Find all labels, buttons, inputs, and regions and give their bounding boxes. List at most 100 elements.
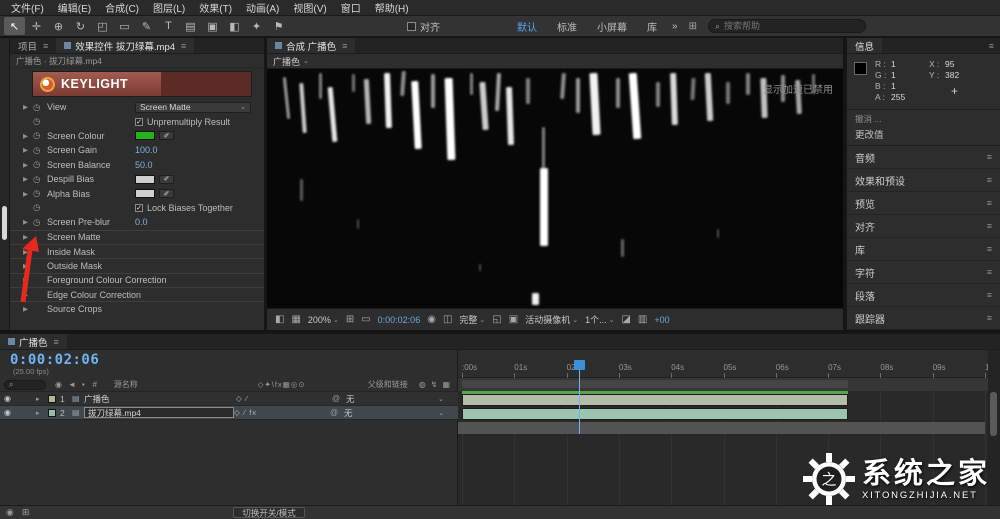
- timecode-display[interactable]: 0:00:02:06: [10, 352, 99, 368]
- stopwatch-icon[interactable]: ◷: [33, 102, 47, 113]
- stopwatch-icon[interactable]: ◷: [33, 159, 47, 170]
- collapsed-panel[interactable]: 音频 ≡: [847, 146, 1000, 169]
- fast-previews-icon[interactable]: ▥: [638, 314, 647, 325]
- pick-whip-icon[interactable]: @: [332, 394, 346, 403]
- collapsed-panel[interactable]: 对齐 ≡: [847, 215, 1000, 238]
- timeline-option-icon[interactable]: ◍: [419, 380, 426, 389]
- always-preview-icon[interactable]: ◧: [275, 314, 284, 325]
- layer-switches[interactable]: ◇ ⁄ fx: [234, 408, 330, 417]
- tool-button[interactable]: ↻: [70, 17, 91, 35]
- panel-menu-icon[interactable]: ≡: [985, 152, 992, 162]
- layer-duration-bar[interactable]: [462, 408, 848, 420]
- menu-item[interactable]: 视图(V): [286, 0, 333, 15]
- effect-row[interactable]: ▶ Screen Matte: [10, 229, 264, 244]
- layer-row[interactable]: ◉ ▸ 1 ▤ 广播色 ◇ ⁄ @ 无 ⌄: [0, 392, 458, 406]
- snap-align-checkbox[interactable]: [407, 21, 416, 31]
- panel-drawer-handle[interactable]: [2, 206, 7, 240]
- collapsed-panel[interactable]: 预览 ≡: [847, 192, 1000, 215]
- menu-item[interactable]: 效果(T): [192, 0, 239, 15]
- label-color-chip[interactable]: [48, 408, 56, 417]
- label-color-chip[interactable]: [48, 394, 56, 403]
- collapsed-panel[interactable]: 效果和预设 ≡: [847, 169, 1000, 192]
- resolution-select[interactable]: 完整 ⌄: [459, 313, 485, 326]
- effect-row[interactable]: ▶ Source Crops: [10, 301, 264, 315]
- workspace-overflow-button[interactable]: »: [666, 21, 684, 32]
- panel-menu-icon[interactable]: ≡: [985, 244, 992, 254]
- parent-dropdown[interactable]: 无 ⌄: [346, 393, 458, 405]
- tool-button[interactable]: ⊕: [48, 17, 69, 35]
- tool-button[interactable]: ◧: [224, 17, 245, 35]
- twirl-icon[interactable]: ▶: [23, 218, 33, 226]
- stopwatch-icon[interactable]: ◷: [33, 145, 47, 156]
- twirl-icon[interactable]: ▶: [23, 175, 33, 183]
- visibility-toggle[interactable]: ◉: [0, 408, 14, 417]
- camera-select[interactable]: 活动摄像机 ⌄: [525, 313, 578, 326]
- tab-project[interactable]: 项目 ≡: [10, 38, 56, 53]
- viewer-current-time[interactable]: 0:00:02:06: [378, 315, 421, 325]
- effect-row[interactable]: ▶◷✓Unpremultiply Result: [10, 114, 264, 128]
- tab-info[interactable]: 信息: [847, 38, 883, 53]
- panel-menu-icon[interactable]: ≡: [985, 290, 992, 300]
- menu-item[interactable]: 合成(C): [98, 0, 146, 15]
- tool-button[interactable]: ▤: [180, 17, 201, 35]
- region-of-interest-icon[interactable]: ◱: [492, 314, 501, 325]
- help-search-field[interactable]: ⌕: [707, 19, 866, 33]
- layer-twirl-icon[interactable]: ▸: [36, 395, 48, 403]
- color-swatch[interactable]: [135, 189, 155, 199]
- layer-switches[interactable]: ◇ ⁄: [236, 394, 332, 403]
- menu-item[interactable]: 图层(L): [146, 0, 192, 15]
- workspace-tab[interactable]: 标准: [548, 19, 586, 34]
- tool-button[interactable]: ✛: [26, 17, 47, 35]
- effect-row[interactable]: ▶ ◷ Screen Pre-blur 0.0: [10, 215, 264, 229]
- transparency-grid-icon[interactable]: ▣: [509, 314, 518, 325]
- param-value[interactable]: 100.0: [135, 145, 158, 155]
- tool-button[interactable]: ⚑: [268, 17, 289, 35]
- panel-menu-icon[interactable]: ≡: [52, 337, 59, 347]
- grid-guides-icon[interactable]: ⊞: [346, 314, 354, 325]
- effect-row[interactable]: ▶ ◷ View Screen Matte ⌄: [10, 100, 264, 114]
- eyedropper-icon[interactable]: ✐: [159, 189, 174, 199]
- comp-selector[interactable]: 广播色 ⌄: [273, 55, 309, 68]
- magnification-grid-icon[interactable]: ▦: [291, 314, 300, 325]
- layer-name[interactable]: 广播色: [84, 393, 236, 405]
- tool-button[interactable]: ↖: [4, 17, 25, 35]
- menu-item[interactable]: 窗口: [334, 0, 368, 15]
- panel-menu-icon[interactable]: ≡: [985, 267, 992, 277]
- tool-button[interactable]: ◰: [92, 17, 113, 35]
- param-value[interactable]: 50.0: [135, 160, 153, 170]
- toggle-switches-modes-button[interactable]: 切换开关/模式: [233, 507, 305, 518]
- snapshot-icon[interactable]: ◉: [427, 314, 436, 325]
- workspace-tab[interactable]: 库: [638, 19, 666, 34]
- panel-menu-icon[interactable]: ≡: [985, 221, 992, 231]
- effect-row[interactable]: ▶ ◷ Screen Balance 50.0: [10, 158, 264, 172]
- timeline-scrollbar[interactable]: [990, 392, 997, 436]
- composition-viewport[interactable]: 显示加速已禁用: [267, 69, 843, 308]
- twirl-icon[interactable]: ▶: [23, 146, 33, 154]
- effect-row[interactable]: ▶ ◷ Despill Bias ✐: [10, 172, 264, 186]
- stopwatch-icon[interactable]: ◷: [33, 188, 47, 199]
- panel-menu-icon[interactable]: ≡: [985, 175, 992, 185]
- panel-menu-icon[interactable]: ≡: [987, 41, 994, 51]
- color-swatch[interactable]: [135, 174, 155, 184]
- layer-row[interactable]: ◉ ▸ 2 ▤ 拔刀绿幕.mp4 ◇ ⁄ fx @ 无 ⌄: [0, 406, 458, 420]
- twirl-icon[interactable]: ▶: [23, 132, 33, 140]
- param-value[interactable]: 0.0: [135, 217, 148, 227]
- workspace-tab[interactable]: 小屏幕: [588, 19, 636, 34]
- panel-menu-icon[interactable]: ≡: [179, 41, 186, 51]
- show-channel-icon[interactable]: ◫: [443, 314, 452, 325]
- stopwatch-icon[interactable]: ◷: [33, 116, 47, 127]
- layer-name[interactable]: 拔刀绿幕.mp4: [84, 407, 234, 418]
- view-layout-select[interactable]: 1个... ⌄: [585, 313, 614, 326]
- timeline-search-field[interactable]: ⌕: [4, 379, 46, 390]
- effect-row[interactable]: ▶◷✓Lock Biases Together: [10, 201, 264, 215]
- exposure-value[interactable]: +00: [654, 315, 669, 325]
- eyedropper-icon[interactable]: ✐: [159, 174, 174, 184]
- effect-row[interactable]: ▶Edge Colour Correction: [10, 287, 264, 301]
- visibility-toggle[interactable]: ◉: [0, 394, 14, 403]
- menu-item[interactable]: 编辑(E): [51, 0, 98, 15]
- effect-row[interactable]: ▶Foreground Colour Correction: [10, 272, 264, 287]
- timeline-option-icon[interactable]: ↯: [431, 380, 438, 389]
- collapsed-panel[interactable]: 字符 ≡: [847, 261, 1000, 284]
- stopwatch-icon[interactable]: ◷: [33, 202, 47, 213]
- checkbox[interactable]: ✓: [135, 117, 143, 126]
